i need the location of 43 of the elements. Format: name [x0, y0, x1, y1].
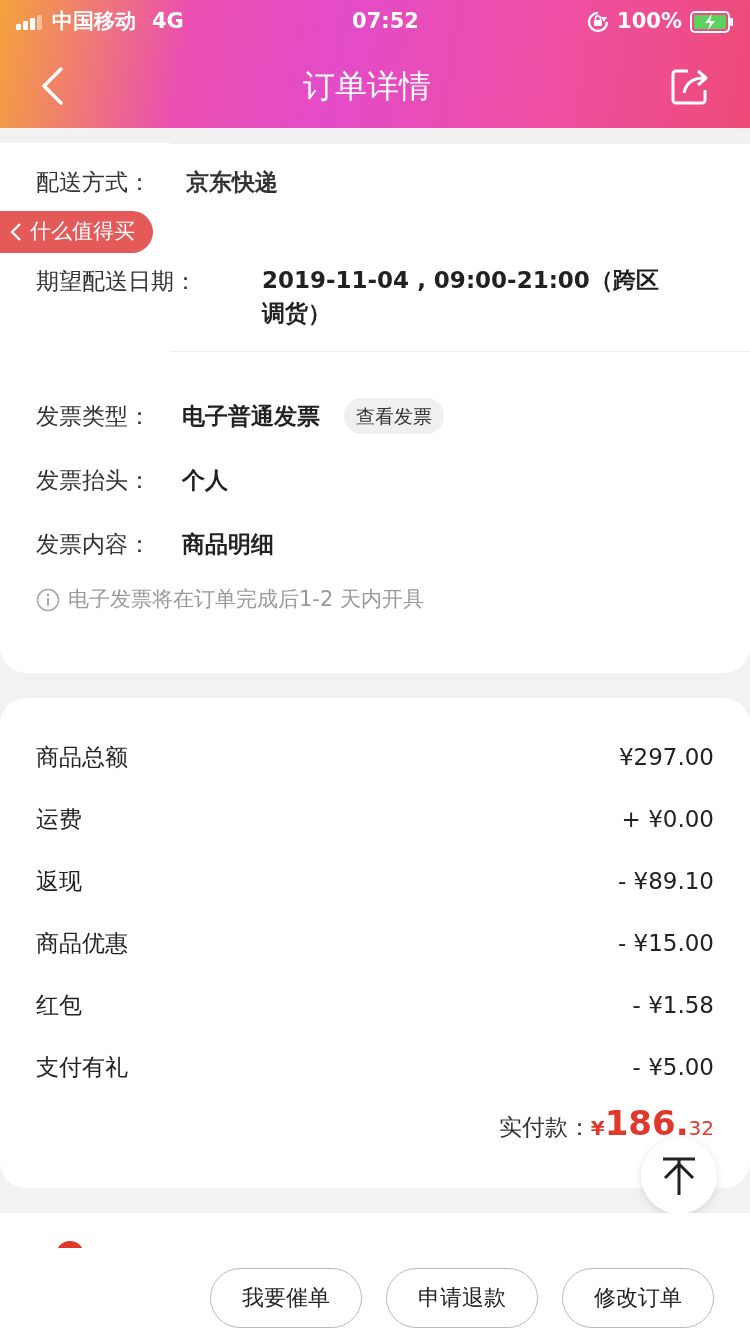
page-title: 订单详情	[303, 66, 431, 107]
signal-icon	[16, 14, 44, 30]
battery-charging-icon	[690, 11, 734, 33]
field-value: 京东快递	[186, 168, 278, 197]
action-button[interactable]: 修改订单	[562, 1267, 714, 1328]
amount-value: + ¥0.00	[621, 804, 714, 834]
network-type: 4G	[152, 8, 184, 36]
field-value: 个人	[182, 465, 228, 495]
amount-label: 商品总额	[36, 742, 128, 772]
field-value: 2019-11-04 , 09:00-21:00（跨区调货）	[262, 265, 660, 329]
field-label: 配送方式：	[36, 168, 152, 197]
amount-value: - ¥89.10	[617, 866, 714, 896]
view-invoice-button[interactable]: 查看发票	[344, 397, 444, 435]
field-value: 电子普通发票	[182, 401, 320, 431]
field-label: 发票内容：	[36, 529, 152, 559]
carrier-name: 中国移动	[52, 8, 136, 36]
info-icon	[36, 587, 60, 612]
action-button[interactable]: 申请退款	[386, 1267, 538, 1328]
back-to-top-icon	[661, 1156, 697, 1196]
status-time: 07:52	[352, 8, 419, 36]
amount-label: 商品优惠	[36, 928, 128, 958]
total-label: 实付款：	[498, 1113, 591, 1142]
amount-value: - ¥5.00	[632, 1052, 714, 1082]
amount-value: ¥297.00	[618, 742, 714, 772]
total-amount: ¥186.32	[590, 1102, 714, 1145]
amount-label: 返现	[36, 866, 82, 896]
back-to-top-button[interactable]	[641, 1138, 717, 1214]
chevron-left-icon	[10, 222, 22, 242]
action-button[interactable]: 我要催单	[210, 1267, 362, 1328]
field-label: 发票抬头：	[36, 465, 152, 495]
amount-value: - ¥15.00	[617, 928, 714, 958]
field-label: 期望配送日期：	[36, 266, 198, 296]
amount-label: 运费	[36, 804, 82, 834]
field-value: 商品明细	[182, 529, 274, 559]
amount-value: - ¥1.58	[632, 990, 714, 1020]
field-label: 发票类型：	[36, 401, 152, 431]
floating-tag[interactable]: 什么值得买	[0, 211, 153, 253]
invoice-note: 电子发票将在订单完成后1-2 天内开具	[68, 586, 424, 613]
amount-label: 红包	[36, 990, 82, 1020]
battery-percent: 100%	[617, 8, 682, 36]
rotation-lock-icon	[587, 11, 610, 33]
back-icon[interactable]	[40, 67, 64, 105]
amount-label: 支付有礼	[36, 1052, 128, 1082]
